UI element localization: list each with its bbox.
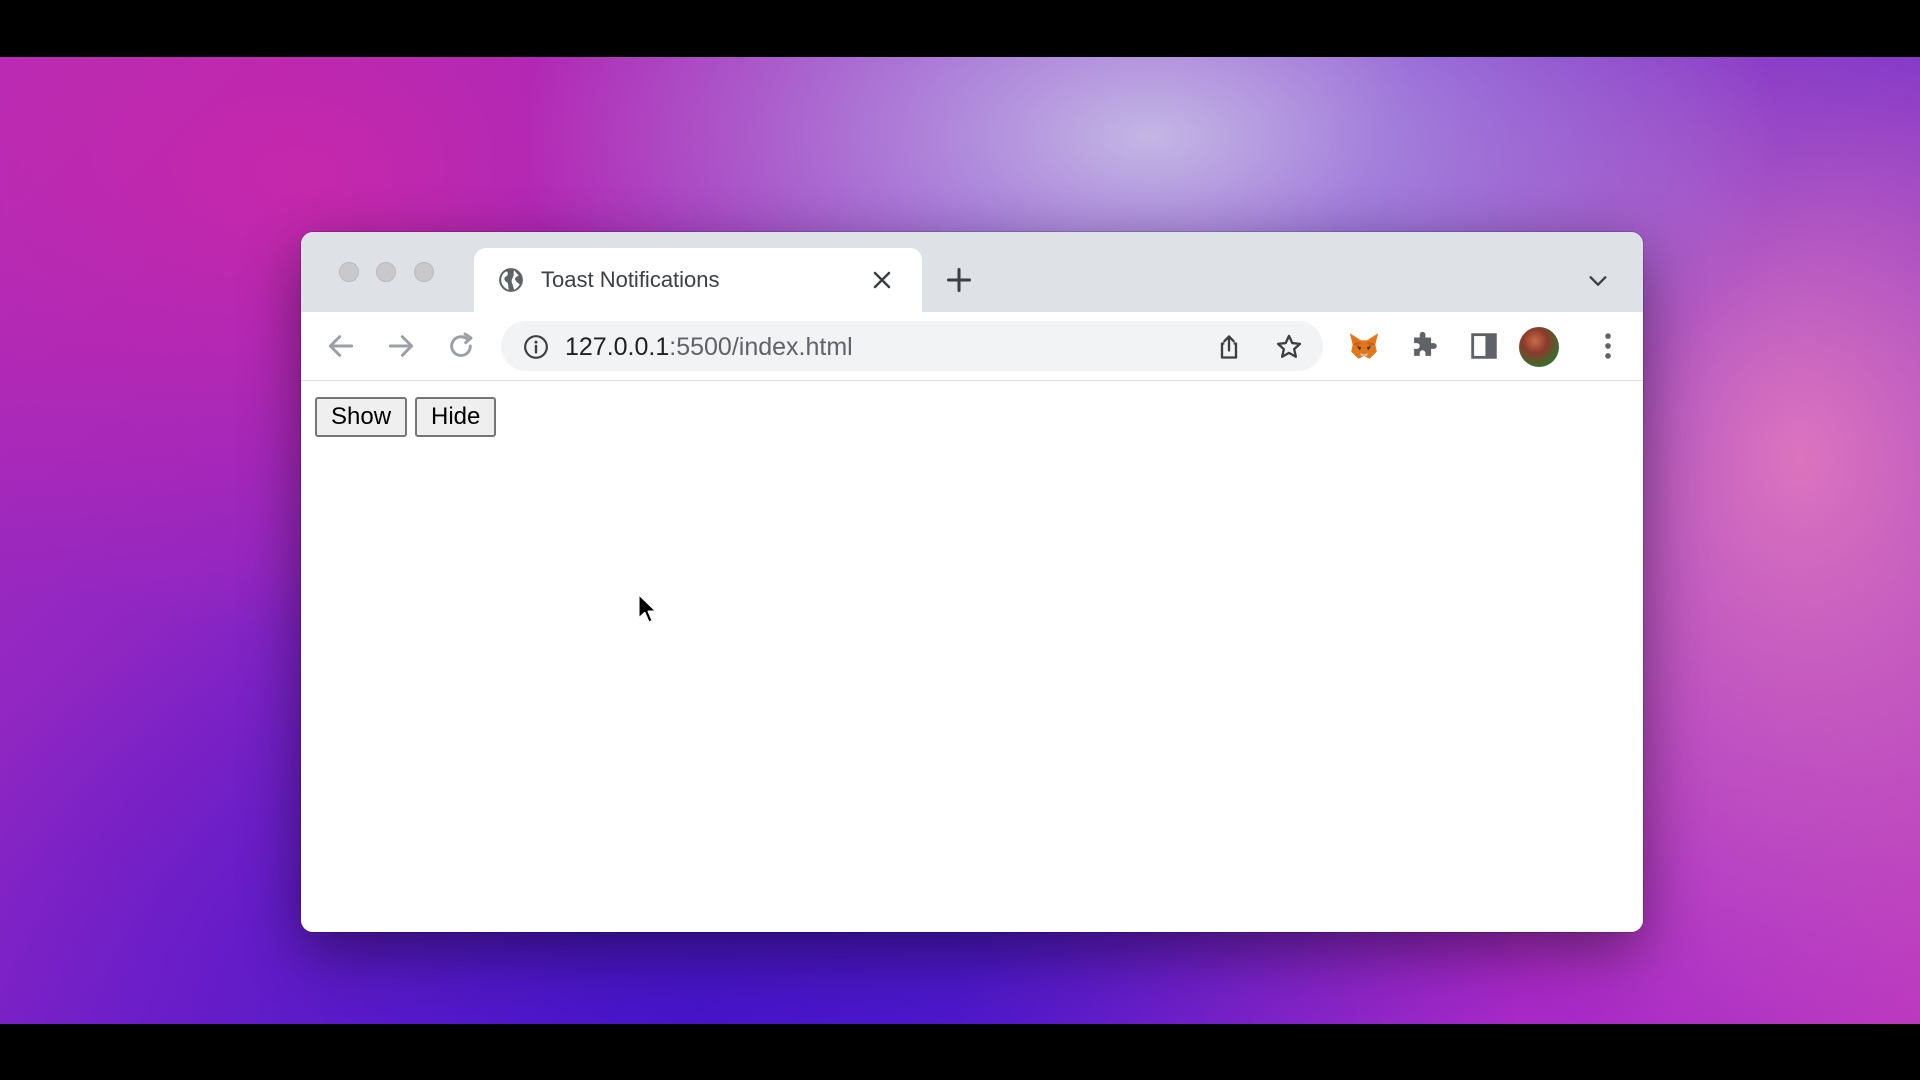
desktop-wallpaper: Toast Notifications 127.0.0.1:5500/index… (0, 57, 1920, 1024)
address-bar[interactable]: 127.0.0.1:5500/index.html (501, 321, 1323, 371)
url-host: 127.0.0.1 (565, 333, 670, 361)
profile-avatar[interactable] (1519, 327, 1559, 367)
tab-title: Toast Notifications (541, 267, 720, 292)
window-zoom-button[interactable] (414, 262, 434, 282)
letterbox-top (0, 0, 1920, 57)
back-arrow-icon[interactable] (325, 330, 357, 362)
show-button[interactable]: Show (315, 397, 408, 437)
browser-tab[interactable]: Toast Notifications (474, 248, 922, 312)
tab-strip: Toast Notifications (301, 232, 1643, 312)
forward-arrow-icon[interactable] (385, 330, 417, 362)
window-close-button[interactable] (339, 262, 359, 282)
tab-close-icon[interactable] (870, 268, 894, 292)
globe-icon (499, 268, 523, 292)
hide-button[interactable]: Hide (415, 397, 497, 437)
metamask-fox-icon[interactable] (1347, 329, 1381, 363)
share-icon[interactable] (1215, 333, 1243, 361)
side-panel-icon[interactable] (1467, 329, 1501, 363)
browser-window: Toast Notifications 127.0.0.1:5500/index… (301, 232, 1643, 932)
new-tab-icon[interactable] (945, 266, 973, 294)
mouse-cursor-icon (637, 593, 658, 624)
bookmark-star-icon[interactable] (1275, 333, 1303, 361)
chevron-down-icon[interactable] (1587, 270, 1609, 292)
window-minimize-button[interactable] (376, 262, 396, 282)
page-content: Show Hide (301, 381, 1643, 932)
menu-kebab-icon[interactable] (1591, 329, 1625, 363)
url-path: :5500/index.html (669, 333, 853, 361)
reload-icon[interactable] (445, 330, 477, 362)
letterbox-bottom (0, 1024, 1920, 1080)
url-text[interactable]: 127.0.0.1:5500/index.html (565, 333, 853, 362)
browser-toolbar: 127.0.0.1:5500/index.html (301, 312, 1643, 381)
site-info-icon[interactable] (523, 334, 549, 360)
extensions-puzzle-icon[interactable] (1407, 329, 1441, 363)
